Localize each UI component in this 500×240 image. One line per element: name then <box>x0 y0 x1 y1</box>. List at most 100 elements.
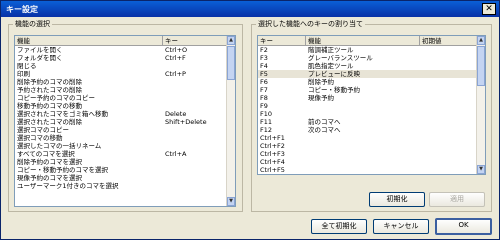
assigned-function <box>306 158 420 166</box>
function-key <box>163 94 228 102</box>
function-key <box>163 78 228 86</box>
reset-all-button[interactable]: 全て初期化 <box>311 219 367 234</box>
scroll-thumb[interactable] <box>227 46 235 80</box>
table-row[interactable]: F2 階調補正ツール <box>258 46 478 54</box>
list-item[interactable]: コピー・移動予約のコマを選択 <box>15 166 228 174</box>
list-item[interactable]: フォルダを開く Ctrl+F <box>15 54 228 62</box>
function-name: 選択されたコマをゴミ箱へ移動 <box>17 110 108 118</box>
assigned-function <box>306 150 420 158</box>
list-item[interactable]: コピー予約のコマのコピー <box>15 94 228 102</box>
default-value <box>420 102 478 110</box>
function-key <box>163 142 228 150</box>
column-default[interactable]: 初期値 <box>420 36 478 45</box>
table-row[interactable]: F7 コピー・移動予約 <box>258 86 478 94</box>
close-icon[interactable]: ✕ <box>482 3 496 15</box>
scroll-down-icon[interactable]: ▼ <box>477 165 485 174</box>
key-name: Ctrl+F3 <box>260 150 285 158</box>
list-item[interactable]: 選択されたコマの削除 Shift+Delete <box>15 118 228 126</box>
scroll-down-icon[interactable]: ▼ <box>227 197 235 206</box>
function-name: 選択コマのコピー <box>17 126 69 134</box>
default-value <box>420 134 478 142</box>
key-list[interactable]: キー 機能 初期値 F2 階調補正ツール F3 グレーバランスツール F4 肌色指定ツール… <box>257 35 486 175</box>
column-key[interactable]: キー <box>163 36 228 45</box>
list-item[interactable]: 選択したコマの一括リネーム <box>15 142 228 150</box>
default-value <box>420 70 478 78</box>
list-item[interactable]: 削除予約のコマを選択 <box>15 158 228 166</box>
list-item[interactable]: 印刷 Ctrl+P <box>15 70 228 78</box>
list-item[interactable]: 選択コマの移動 <box>15 134 228 142</box>
key-assign-legend: 選択した機能へのキーの割り当て <box>258 20 363 28</box>
list-item[interactable]: 削除予約のコマの削除 <box>15 78 228 86</box>
list-item[interactable]: ファイルを開く Ctrl+O <box>15 46 228 54</box>
assigned-function <box>306 134 420 142</box>
function-name: 移動予約のコマの移動 <box>17 102 82 110</box>
ok-button[interactable]: OK <box>435 218 492 235</box>
table-row[interactable]: Ctrl+F1 <box>258 134 478 142</box>
function-key: Ctrl+O <box>165 46 188 54</box>
default-value <box>420 126 478 134</box>
function-list-scrollbar[interactable]: ▲ ▼ <box>226 36 235 206</box>
key-list-header: キー 機能 初期値 <box>258 36 478 46</box>
function-key <box>163 182 228 190</box>
list-item[interactable]: 移動予約のコマの移動 <box>15 102 228 110</box>
function-key <box>163 134 228 142</box>
function-key: Ctrl+A <box>165 150 187 158</box>
table-row[interactable]: Ctrl+F3 <box>258 150 478 158</box>
table-row[interactable]: F9 <box>258 102 478 110</box>
default-value <box>420 86 478 94</box>
default-value <box>420 166 478 174</box>
scroll-up-icon[interactable]: ▲ <box>477 36 485 45</box>
list-item[interactable]: すべてのコマを選択 Ctrl+A <box>15 150 228 158</box>
table-row[interactable]: F3 グレーバランスツール <box>258 54 478 62</box>
apply-button[interactable]: 適用 <box>429 192 485 207</box>
function-name: 予約されたコマの削除 <box>17 86 82 94</box>
function-name: フォルダを開く <box>17 54 63 62</box>
function-key: Shift+Delete <box>165 118 207 126</box>
key-name: F10 <box>260 110 273 118</box>
assigned-function: プレビューに反映 <box>308 70 360 78</box>
function-key <box>163 62 228 70</box>
function-name: 選択したコマの一括リネーム <box>17 142 102 150</box>
table-row[interactable]: F10 <box>258 110 478 118</box>
table-row[interactable]: F4 肌色指定ツール <box>258 62 478 70</box>
function-key <box>163 174 228 182</box>
assigned-function <box>306 142 420 150</box>
table-row[interactable]: Ctrl+F4 <box>258 158 478 166</box>
reset-button[interactable]: 初期化 <box>369 192 425 207</box>
function-key <box>163 102 228 110</box>
default-value <box>420 94 478 102</box>
scroll-thumb[interactable] <box>477 46 485 86</box>
table-row[interactable]: Ctrl+F2 <box>258 142 478 150</box>
list-item[interactable]: 現像予約のコマを選択 <box>15 174 228 182</box>
table-row[interactable]: F8 現像予約 <box>258 94 478 102</box>
key-list-scrollbar[interactable]: ▲ ▼ <box>476 36 485 174</box>
key-name: F3 <box>260 54 268 62</box>
list-item[interactable]: 閉じる <box>15 62 228 70</box>
table-row[interactable]: F5 プレビューに反映 <box>258 70 478 78</box>
key-settings-dialog: キー設定 ✕ 機能の選択 機能 キー ファイルを開く Ctrl+O フォルダを開く C… <box>0 0 500 240</box>
assigned-function: コピー・移動予約 <box>308 86 360 94</box>
list-item[interactable]: 選択コマのコピー <box>15 126 228 134</box>
function-key: Delete <box>165 110 187 118</box>
table-row[interactable]: F6 削除予約 <box>258 78 478 86</box>
function-list[interactable]: 機能 キー ファイルを開く Ctrl+O フォルダを開く Ctrl+F 閉じる 印刷 Ctr… <box>14 35 236 207</box>
function-key <box>163 158 228 166</box>
list-item[interactable]: 選択されたコマをゴミ箱へ移動 Delete <box>15 110 228 118</box>
scroll-up-icon[interactable]: ▲ <box>227 36 235 45</box>
function-name: コピー予約のコマのコピー <box>17 94 95 102</box>
list-item[interactable]: ユーザーマーク1付きのコマを選択 <box>15 182 228 190</box>
table-row[interactable]: Ctrl+F5 <box>258 166 478 174</box>
key-name: F12 <box>260 126 273 134</box>
cancel-button[interactable]: キャンセル <box>373 219 429 234</box>
table-row[interactable]: F12 次のコマへ <box>258 126 478 134</box>
default-value <box>420 62 478 70</box>
table-row[interactable]: F11 前のコマへ <box>258 118 478 126</box>
list-item[interactable]: 予約されたコマの削除 <box>15 86 228 94</box>
default-value <box>420 78 478 86</box>
column-assigned-function[interactable]: 機能 <box>306 36 420 45</box>
column-key-name[interactable]: キー <box>258 36 306 45</box>
column-function[interactable]: 機能 <box>15 36 163 45</box>
key-name: Ctrl+F2 <box>260 142 285 150</box>
function-name: 削除予約のコマの削除 <box>17 78 82 86</box>
function-name: 印刷 <box>17 70 30 78</box>
